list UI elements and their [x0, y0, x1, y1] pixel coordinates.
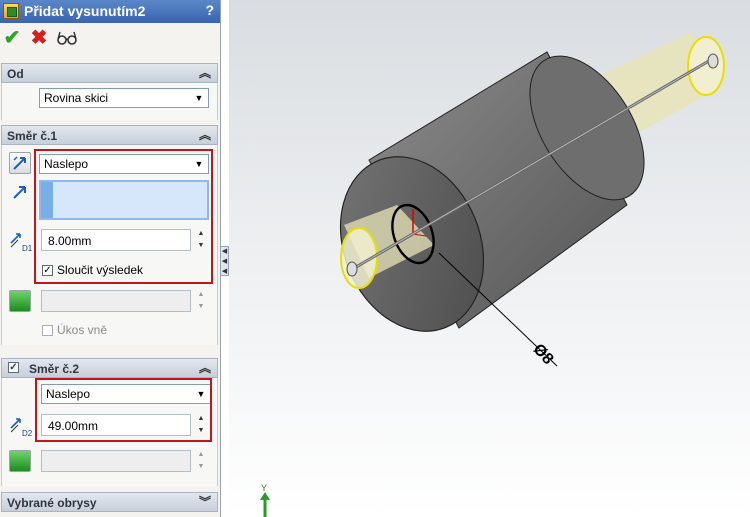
extrude-feature-icon — [3, 3, 19, 19]
panel-titlebar: Přidat vysunutím2 ? — [0, 0, 220, 23]
direction1-highlight-frame — [34, 149, 213, 284]
direction2-highlight-frame — [35, 378, 212, 442]
reverse-direction-button[interactable] — [9, 152, 31, 174]
glasses-icon — [57, 31, 77, 45]
reverse-direction-icon — [13, 156, 26, 170]
section-title-selected-contours: Vybrané obrysy — [7, 496, 97, 510]
collapse-chevron-icon: ︽ — [198, 66, 211, 80]
draft-outward-checkbox[interactable] — [42, 325, 53, 336]
property-manager-panel: Přidat vysunutím2 ? ✔ ✖ Od ︽ Rovina skic… — [0, 0, 221, 517]
panel-title: Přidat vysunutím2 — [24, 3, 146, 19]
model-scene: Ø8 Y — [260, 32, 725, 517]
section-title-from: Od — [7, 67, 24, 81]
graphics-viewport[interactable]: Ø8 Y — [229, 0, 750, 517]
start-condition-dropdown[interactable]: Rovina skici ▼ — [39, 88, 209, 108]
draft-angle-spinner[interactable]: ▲ ▼ — [194, 289, 208, 313]
diameter-dimension-label[interactable]: Ø8 — [530, 341, 557, 368]
axis-y-label: Y — [261, 483, 267, 493]
panel-toolbar: ✔ ✖ — [0, 24, 220, 54]
depth-icon: D2 — [10, 418, 33, 438]
checkmark-icon: ✔ — [3, 27, 21, 49]
section-title-direction1: Směr č.1 — [7, 129, 58, 143]
direction2-enable-checkbox[interactable]: ✓ — [8, 362, 19, 373]
section-header-from[interactable]: Od ︽ — [1, 63, 218, 83]
section-header-selected-contours[interactable]: Vybrané obrysy ︾ — [1, 492, 218, 512]
section-title-direction2: Směr č.2 — [29, 362, 80, 376]
collapse-chevron-icon: ︽ — [198, 128, 211, 142]
svg-text:D1: D1 — [22, 244, 33, 253]
depth-icon: D1 — [10, 233, 33, 253]
direction-arrow-icon — [13, 186, 26, 199]
collapse-chevron-icon: ︽ — [198, 361, 211, 375]
draft-outward-label: Úkos vně — [57, 323, 108, 337]
preview-button[interactable] — [55, 26, 79, 50]
section-body-from: Rovina skici ▼ — [1, 83, 218, 120]
help-button[interactable]: ? — [205, 2, 214, 18]
ok-button[interactable]: ✔ — [0, 26, 24, 50]
dropdown-arrow-icon: ▼ — [194, 93, 204, 103]
section-header-direction1[interactable]: Směr č.1 ︽ — [1, 125, 218, 145]
cancel-button[interactable]: ✖ — [27, 26, 51, 50]
draft-angle-field-direction2[interactable] — [41, 450, 191, 472]
draft-button[interactable] — [9, 290, 31, 312]
panel-collapse-handle[interactable]: ◀ ◀ ◀ — [220, 246, 229, 276]
axis-triad: Y — [260, 483, 270, 517]
section-header-direction2[interactable]: ✓ Směr č.2 ︽ — [1, 358, 218, 378]
cross-icon: ✖ — [30, 27, 48, 49]
draft-angle-field[interactable] — [41, 290, 191, 312]
draft-button-direction2[interactable] — [9, 450, 31, 472]
draft-angle-spinner-direction2[interactable]: ▲ ▼ — [194, 449, 208, 473]
svg-text:D2: D2 — [22, 429, 33, 438]
start-condition-value: Rovina skici — [44, 91, 109, 105]
expand-chevron-icon: ︾ — [198, 495, 211, 509]
